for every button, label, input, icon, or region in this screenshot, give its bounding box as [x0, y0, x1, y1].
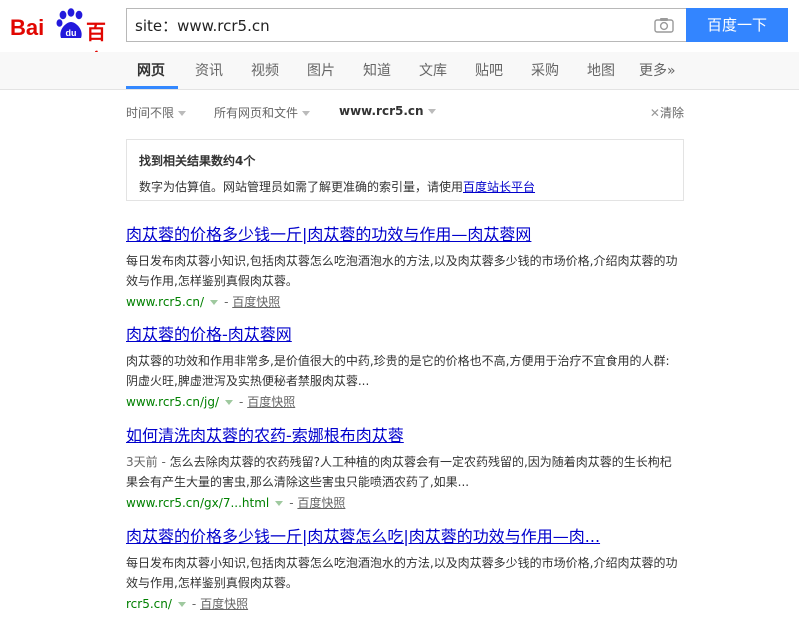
snapshot-link[interactable]: 百度快照: [232, 295, 280, 309]
result-abstract: 肉苁蓉的功效和作用非常多,是价值很大的中药,珍贵的是它的价格也不高,方便用于治疗…: [126, 354, 670, 388]
header: Bai du 百度 百度一下: [0, 0, 799, 73]
tab-images[interactable]: 图片: [307, 60, 335, 80]
tab-webpage[interactable]: 网页: [137, 60, 165, 80]
search-input[interactable]: [127, 9, 647, 41]
result-url[interactable]: www.rcr5.cn/: [126, 295, 204, 309]
tab-tieba[interactable]: 贴吧: [475, 60, 503, 80]
result-url-row: www.rcr5.cn/- 百度快照: [126, 295, 281, 309]
chevron-down-icon[interactable]: [177, 602, 186, 607]
result-abstract: 3天前 - 怎么去除肉苁蓉的农药残留?人工种植的肉苁蓉会有一定农药残留的,因为随…: [126, 455, 672, 489]
result-url[interactable]: www.rcr5.cn/gx/7...html: [126, 496, 269, 510]
clear-filters-button[interactable]: ✕清除: [650, 104, 684, 121]
chevron-down-icon[interactable]: [210, 300, 219, 305]
tab-caigou[interactable]: 采购: [531, 60, 559, 80]
result-url[interactable]: rcr5.cn/: [126, 597, 172, 611]
tab-video[interactable]: 视频: [251, 60, 279, 80]
search-button[interactable]: 百度一下: [686, 8, 788, 42]
search-tools: 时间不限 所有网页和文件 www.rcr5.cn ✕清除: [126, 104, 684, 122]
result-title-link[interactable]: 肉苁蓉的价格多少钱一斤|肉苁蓉的功效与作用—肉苁蓉网: [126, 225, 686, 245]
result-title-link[interactable]: 如何清洗肉苁蓉的农药-索娜根布肉苁蓉: [126, 426, 686, 446]
search-result: 肉苁蓉的价格多少钱一斤|肉苁蓉怎么吃|肉苁蓉的功效与作用—肉... 每日发布肉苁…: [126, 527, 686, 613]
snapshot-link[interactable]: 百度快照: [297, 496, 345, 510]
chevron-down-icon[interactable]: [275, 501, 284, 506]
chevron-down-icon[interactable]: [225, 400, 234, 405]
close-icon: ✕: [649, 106, 660, 120]
search-box: [126, 8, 686, 42]
paw-logo-icon: du: [56, 8, 83, 38]
tab-map[interactable]: 地图: [587, 60, 615, 80]
tab-zhidao[interactable]: 知道: [363, 60, 391, 80]
result-url[interactable]: www.rcr5.cn/jg/: [126, 395, 219, 409]
filter-time[interactable]: 时间不限: [126, 104, 187, 121]
chevron-down-icon: [427, 109, 436, 114]
result-url-row: rcr5.cn/- 百度快照: [126, 597, 249, 611]
snapshot-link[interactable]: 百度快照: [247, 395, 295, 409]
result-abstract: 每日发布肉苁蓉小知识,包括肉苁蓉怎么吃泡酒泡水的方法,以及肉苁蓉多少钱的市场价格…: [126, 556, 678, 590]
result-count: 找到相关结果数约4个: [139, 154, 256, 168]
info-note: 数字为估算值。网站管理员如需了解更准确的索引量，请使用百度站长平台: [139, 180, 536, 194]
logo-text-du: du: [66, 28, 77, 38]
result-abstract: 每日发布肉苁蓉小知识,包括肉苁蓉怎么吃泡酒泡水的方法,以及肉苁蓉多少钱的市场价格…: [126, 254, 678, 288]
tab-news[interactable]: 资讯: [195, 60, 223, 80]
tab-more[interactable]: 更多»: [639, 60, 676, 80]
active-tab-indicator: [126, 86, 178, 89]
filter-filetype[interactable]: 所有网页和文件: [214, 104, 311, 121]
logo-text-bai: Bai: [10, 15, 45, 40]
webmaster-platform-link[interactable]: 百度站长平台: [463, 180, 535, 194]
baidu-logo[interactable]: Bai du 百度: [10, 8, 120, 73]
search-result: 肉苁蓉的价格-肉苁蓉网 肉苁蓉的功效和作用非常多,是价值很大的中药,珍贵的是它的…: [126, 325, 686, 411]
filter-site[interactable]: www.rcr5.cn: [339, 104, 436, 118]
result-title-link[interactable]: 肉苁蓉的价格-肉苁蓉网: [126, 325, 686, 345]
site-info-box: 找到相关结果数约4个 数字为估算值。网站管理员如需了解更准确的索引量，请使用百度…: [126, 139, 684, 201]
search-result: 如何清洗肉苁蓉的农药-索娜根布肉苁蓉 3天前 - 怎么去除肉苁蓉的农药残留?人工…: [126, 426, 686, 512]
camera-icon[interactable]: [654, 17, 674, 33]
result-url-row: www.rcr5.cn/gx/7...html - 百度快照: [126, 496, 346, 510]
result-date: 3天前 -: [126, 455, 170, 469]
result-title-link[interactable]: 肉苁蓉的价格多少钱一斤|肉苁蓉怎么吃|肉苁蓉的功效与作用—肉...: [126, 527, 686, 547]
search-result: 肉苁蓉的价格多少钱一斤|肉苁蓉的功效与作用—肉苁蓉网 每日发布肉苁蓉小知识,包括…: [126, 225, 686, 311]
result-url-row: www.rcr5.cn/jg/- 百度快照: [126, 395, 296, 409]
snapshot-link[interactable]: 百度快照: [200, 597, 248, 611]
chevron-down-icon: [178, 111, 187, 116]
search-tabs: 网页 资讯 视频 图片 知道 文库 贴吧 采购 地图 更多»: [0, 52, 799, 90]
tab-wenku[interactable]: 文库: [419, 60, 447, 80]
chevron-down-icon: [302, 111, 311, 116]
